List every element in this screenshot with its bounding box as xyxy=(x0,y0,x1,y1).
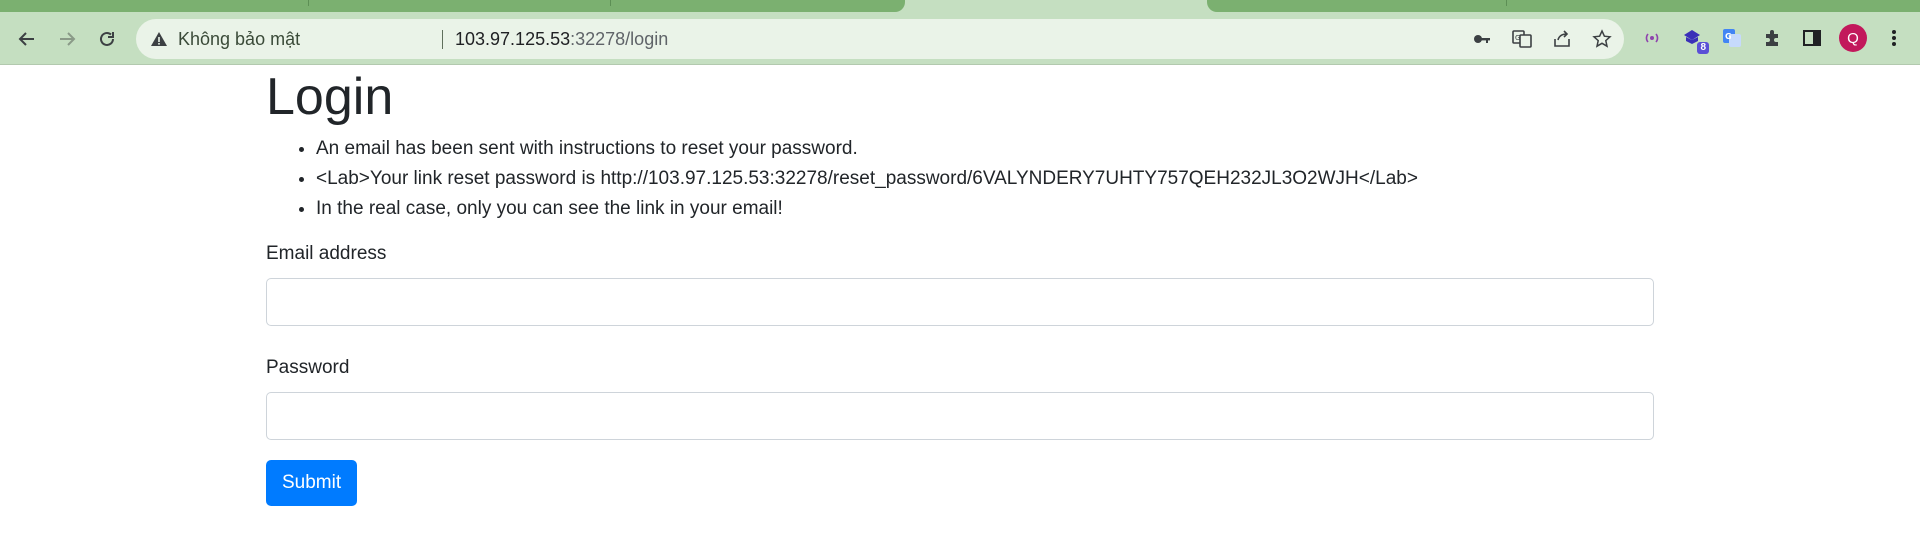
email-label: Email address xyxy=(266,243,387,264)
puzzle-icon xyxy=(1766,30,1778,46)
side-panel-button[interactable] xyxy=(1798,24,1826,52)
back-button[interactable] xyxy=(12,24,42,54)
login-form: Email address Password Submit xyxy=(266,240,1654,506)
reload-button[interactable] xyxy=(92,24,122,54)
tab-background[interactable] xyxy=(0,0,905,12)
browser-toolbar: Không bảo mật 103.97.125.53:32278/login … xyxy=(0,12,1920,65)
svg-text:G: G xyxy=(1725,32,1732,41)
sidepanel-icon xyxy=(1803,30,1821,46)
password-label: Password xyxy=(266,357,350,378)
svg-text:G: G xyxy=(1515,34,1520,42)
password-field[interactable] xyxy=(266,392,1654,440)
broadcast-icon xyxy=(1645,33,1659,43)
broadcast-extension[interactable] xyxy=(1638,24,1666,52)
security-status-label[interactable]: Không bảo mật xyxy=(178,29,300,50)
translate-icon: G xyxy=(1512,30,1532,48)
tab-background[interactable] xyxy=(1207,0,1920,12)
profile-avatar[interactable]: Q xyxy=(1839,24,1867,52)
list-item: <Lab>Your link reset password is http://… xyxy=(316,164,1654,194)
share-button[interactable] xyxy=(1551,28,1573,50)
password-key-button[interactable] xyxy=(1471,28,1493,50)
tab-separator xyxy=(308,0,309,6)
star-icon xyxy=(1592,29,1612,48)
google-translate-extension[interactable]: G xyxy=(1718,24,1746,52)
reload-icon xyxy=(100,31,114,46)
tab-strip xyxy=(0,0,1920,12)
url-path: :32278/login xyxy=(570,29,669,49)
message-list: An email has been sent with instructions… xyxy=(266,134,1654,224)
google-translate-icon: G xyxy=(1723,29,1741,47)
key-icon xyxy=(1474,35,1490,43)
extension-badge: 8 xyxy=(1697,42,1709,54)
extension-with-badge[interactable]: 8 xyxy=(1678,24,1709,54)
page-title: Login xyxy=(266,68,394,126)
warning-icon[interactable] xyxy=(150,30,168,48)
url-host: 103.97.125.53 xyxy=(455,29,571,49)
share-icon xyxy=(1554,30,1570,47)
submit-button[interactable]: Submit xyxy=(266,460,358,506)
forward-button[interactable] xyxy=(52,24,82,54)
address-bar[interactable]: Không bảo mật 103.97.125.53:32278/login … xyxy=(136,19,1624,59)
back-icon xyxy=(18,32,34,46)
extensions-menu-button[interactable] xyxy=(1758,24,1786,52)
list-item: In the real case, only you can see the l… xyxy=(316,194,1654,224)
menu-icon xyxy=(1892,30,1896,46)
url-text[interactable]: 103.97.125.53:32278/login xyxy=(455,29,668,50)
forward-icon xyxy=(60,32,76,46)
bookmark-button[interactable] xyxy=(1591,28,1613,50)
translate-button[interactable]: G xyxy=(1511,28,1533,50)
address-divider xyxy=(442,30,443,49)
browser-menu-button[interactable] xyxy=(1880,24,1908,52)
tab-separator xyxy=(610,0,611,6)
list-item: An email has been sent with instructions… xyxy=(316,134,1654,164)
login-page: Login An email has been sent with instru… xyxy=(266,66,1654,506)
tab-separator xyxy=(1506,0,1507,6)
email-field[interactable] xyxy=(266,278,1654,326)
